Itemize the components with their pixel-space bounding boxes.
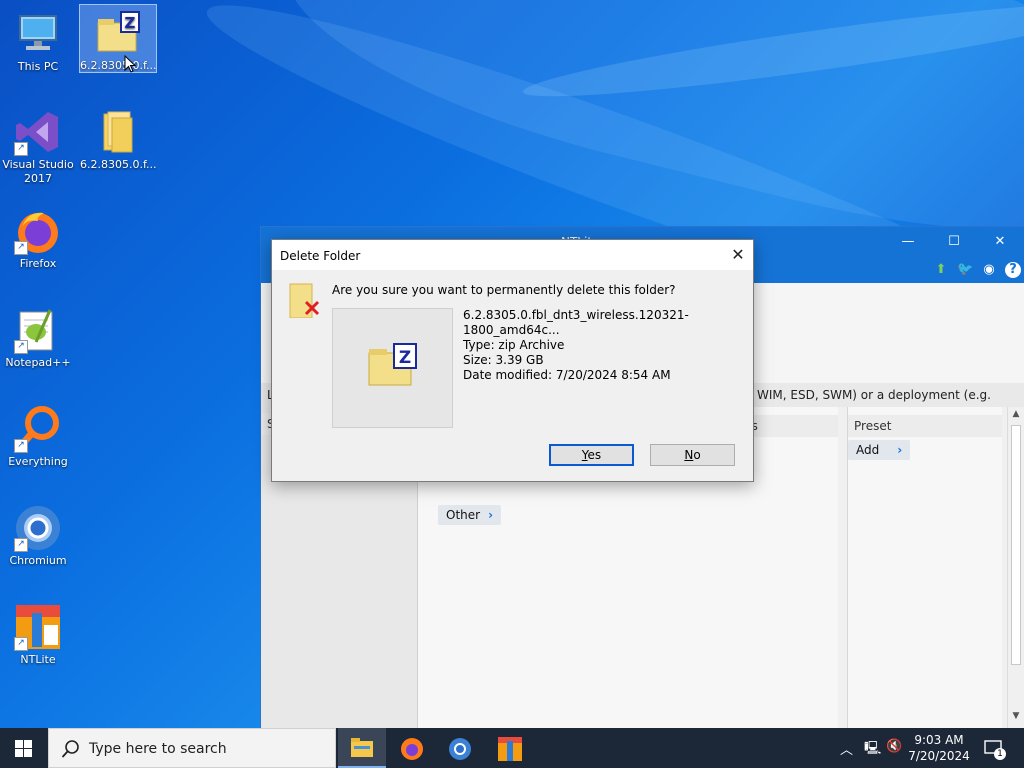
desktop-icon-label: Visual Studio 2017 bbox=[2, 158, 74, 185]
start-button[interactable] bbox=[0, 728, 48, 768]
firefox-icon: ↗ bbox=[14, 207, 62, 255]
scroll-down-arrow-icon[interactable]: ▼ bbox=[1008, 711, 1024, 725]
file-explorer-icon bbox=[351, 738, 373, 757]
chevron-up-icon: ︿ bbox=[840, 743, 854, 758]
update-arrow-icon[interactable]: ⬆ bbox=[933, 262, 949, 278]
file-preview: Z bbox=[332, 308, 453, 428]
mouse-cursor-icon bbox=[124, 55, 136, 73]
desktop-icon-zip-archive[interactable]: Z 6.2.8305.0.f... bbox=[79, 4, 157, 73]
delete-folder-icon bbox=[288, 282, 320, 319]
chromium-icon: ↗ bbox=[14, 504, 62, 552]
close-button[interactable]: ✕ bbox=[985, 233, 1015, 251]
search-placeholder: Type here to search bbox=[89, 741, 227, 757]
taskbar-firefox[interactable] bbox=[388, 728, 436, 768]
no-accelerator: N bbox=[684, 448, 694, 462]
clock-time: 9:03 AM bbox=[914, 733, 964, 747]
desktop-icon-label: Firefox bbox=[19, 257, 57, 270]
desktop-icon-notepadpp[interactable]: ↗ Notepad++ bbox=[0, 302, 76, 370]
twitter-icon[interactable]: 🐦 bbox=[957, 262, 973, 278]
desktop-icon-label: Notepad++ bbox=[5, 356, 71, 369]
desktop-icon-chromium[interactable]: ↗ Chromium bbox=[0, 500, 76, 568]
shortcut-arrow-icon: ↗ bbox=[14, 439, 28, 453]
dialog-question: Are you sure you want to permanently del… bbox=[332, 283, 676, 297]
preset-header: Preset bbox=[848, 415, 1002, 437]
notepadpp-icon: ↗ bbox=[14, 306, 62, 354]
svg-text:Z: Z bbox=[399, 348, 411, 368]
taskbar-clock[interactable]: 9:03 AM 7/20/2024 bbox=[900, 732, 978, 764]
desktop-icon-firefox[interactable]: ↗ Firefox bbox=[0, 203, 76, 271]
desktop-icon-this-pc[interactable]: This PC bbox=[0, 6, 76, 74]
show-hidden-icons-button[interactable]: ︿ bbox=[838, 728, 858, 768]
delete-folder-dialog[interactable]: Delete Folder ✕ Are you sure you want to… bbox=[271, 239, 754, 482]
scroll-up-arrow-icon[interactable]: ▲ bbox=[1008, 409, 1024, 423]
folder-icon bbox=[94, 108, 142, 156]
shortcut-arrow-icon: ↗ bbox=[14, 340, 28, 354]
file-size: Size: 3.39 GB bbox=[463, 353, 544, 367]
shortcut-arrow-icon: ↗ bbox=[14, 142, 28, 156]
desktop-icon-label: 6.2.8305.0.f... bbox=[80, 59, 157, 72]
desktop-icon-visual-studio[interactable]: ↗ Visual Studio 2017 bbox=[0, 104, 76, 186]
shortcut-arrow-icon: ↗ bbox=[14, 637, 28, 651]
maximize-button[interactable]: ☐ bbox=[939, 233, 969, 251]
zip-file-icon: Z bbox=[368, 343, 417, 386]
desktop-icon-ntlite[interactable]: ↗ NTLite bbox=[0, 599, 76, 667]
add-label: Add bbox=[856, 443, 880, 457]
file-date-modified: Date modified: 7/20/2024 8:54 AM bbox=[463, 368, 671, 382]
clock-date: 7/20/2024 bbox=[908, 749, 970, 763]
no-button[interactable]: No bbox=[650, 444, 735, 466]
yes-button[interactable]: Yes bbox=[549, 444, 634, 466]
ntlite-icon: ↗ bbox=[14, 603, 62, 651]
desktop-icon-label: Everything bbox=[8, 455, 68, 468]
desktop-icon-folder[interactable]: 6.2.8305.0.f... bbox=[80, 104, 157, 172]
shortcut-arrow-icon: ↗ bbox=[14, 241, 28, 255]
dialog-close-button[interactable]: ✕ bbox=[727, 245, 749, 265]
desktop-icon-label: This PC bbox=[17, 60, 59, 73]
desktop-icon-everything[interactable]: ↗ Everything bbox=[0, 401, 76, 469]
chromium-icon bbox=[449, 738, 471, 760]
windows-logo-icon bbox=[15, 740, 32, 757]
file-info: 6.2.8305.0.fbl_dnt3_wireless.120321-1800… bbox=[463, 308, 753, 383]
desktop-icon-label: Chromium bbox=[9, 554, 67, 567]
taskbar: Type here to search ︿ 🖳 🔇 9:03 AM 7/20/2… bbox=[0, 728, 1024, 768]
svg-text:Z: Z bbox=[125, 14, 136, 32]
minimize-button[interactable]: — bbox=[893, 233, 923, 251]
ntlite-icon bbox=[498, 737, 522, 761]
notification-center-button[interactable]: 1 bbox=[982, 728, 1006, 768]
scrollbar-thumb[interactable] bbox=[1011, 425, 1021, 665]
taskbar-chromium[interactable] bbox=[436, 728, 484, 768]
network-tray-button[interactable]: 🖳 bbox=[862, 728, 882, 768]
zip-folder-icon: Z bbox=[94, 9, 142, 57]
other-category-button[interactable]: Other › bbox=[438, 505, 502, 525]
file-type: Type: zip Archive bbox=[463, 338, 565, 352]
desktop-icon-label: 6.2.8305.0.f... bbox=[80, 158, 157, 171]
firefox-icon bbox=[401, 738, 423, 760]
ntlite-preset-pane: Preset Add › bbox=[847, 407, 1002, 729]
other-label: Other bbox=[446, 508, 481, 522]
notification-count-badge: 1 bbox=[994, 748, 1006, 760]
network-icon: 🖳 bbox=[864, 741, 882, 756]
shortcut-arrow-icon: ↗ bbox=[14, 538, 28, 552]
dialog-title: Delete Folder bbox=[280, 249, 361, 263]
taskbar-file-explorer[interactable] bbox=[338, 728, 386, 768]
computer-icon bbox=[14, 10, 62, 58]
chevron-right-icon: › bbox=[897, 443, 903, 457]
visual-studio-icon: ↗ bbox=[14, 108, 62, 156]
taskbar-ntlite[interactable] bbox=[486, 728, 534, 768]
file-name: 6.2.8305.0.fbl_dnt3_wireless.120321-1800… bbox=[463, 308, 689, 337]
add-preset-button[interactable]: Add › bbox=[848, 440, 911, 460]
dialog-titlebar[interactable]: Delete Folder ✕ bbox=[272, 240, 753, 270]
everything-search-icon: ↗ bbox=[14, 405, 62, 453]
taskbar-search-box[interactable]: Type here to search bbox=[48, 728, 336, 768]
desktop-icon-label: NTLite bbox=[20, 653, 56, 666]
no-label: o bbox=[693, 448, 701, 462]
vertical-scrollbar[interactable]: ▲ ▼ bbox=[1007, 407, 1024, 729]
yes-label: es bbox=[587, 448, 602, 462]
discord-icon[interactable]: ◉ bbox=[981, 262, 997, 278]
help-icon[interactable]: ? bbox=[1005, 262, 1021, 278]
chevron-right-icon: › bbox=[488, 508, 494, 522]
search-icon bbox=[61, 740, 79, 758]
